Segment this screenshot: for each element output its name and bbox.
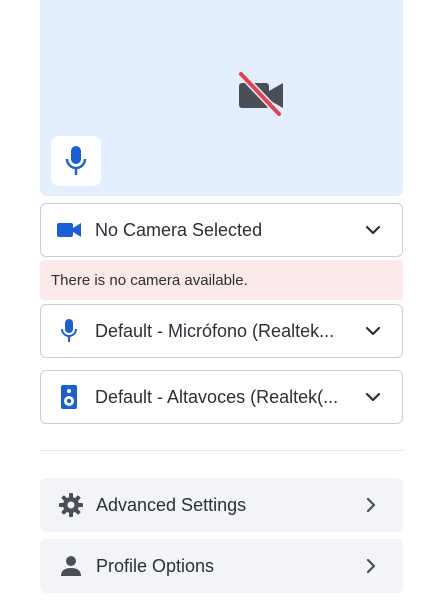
microphone-select-value: Default - Micrófono (Realtek...	[95, 320, 335, 341]
advanced-settings-button[interactable]: Advanced Settings	[40, 478, 403, 532]
profile-options-label: Profile Options	[96, 555, 215, 576]
chevron-down-icon	[358, 326, 388, 336]
camera-error-message: There is no camera available.	[40, 260, 403, 300]
camera-off-icon	[237, 70, 283, 118]
speaker-icon	[55, 384, 83, 410]
speaker-select[interactable]: Default - Altavoces (Realtek(...	[40, 370, 403, 424]
advanced-settings-label: Advanced Settings	[96, 494, 247, 515]
mute-toggle-button[interactable]	[51, 136, 101, 186]
chevron-down-icon	[358, 225, 388, 235]
section-divider	[40, 450, 403, 451]
video-camera-icon	[55, 221, 83, 239]
gear-icon	[56, 492, 86, 518]
person-icon	[56, 554, 86, 578]
profile-options-button[interactable]: Profile Options	[40, 539, 403, 593]
speaker-select-value: Default - Altavoces (Realtek(...	[95, 386, 339, 407]
video-preview	[40, 0, 403, 196]
chevron-down-icon	[358, 392, 388, 402]
camera-select[interactable]: No Camera Selected	[40, 203, 403, 257]
chevron-right-icon	[359, 558, 383, 574]
camera-select-value: No Camera Selected	[95, 219, 263, 240]
chevron-right-icon	[359, 497, 383, 513]
microphone-icon	[65, 146, 87, 175]
microphone-select[interactable]: Default - Micrófono (Realtek...	[40, 304, 403, 358]
microphone-icon	[55, 318, 83, 344]
camera-error-text: There is no camera available.	[51, 271, 248, 289]
